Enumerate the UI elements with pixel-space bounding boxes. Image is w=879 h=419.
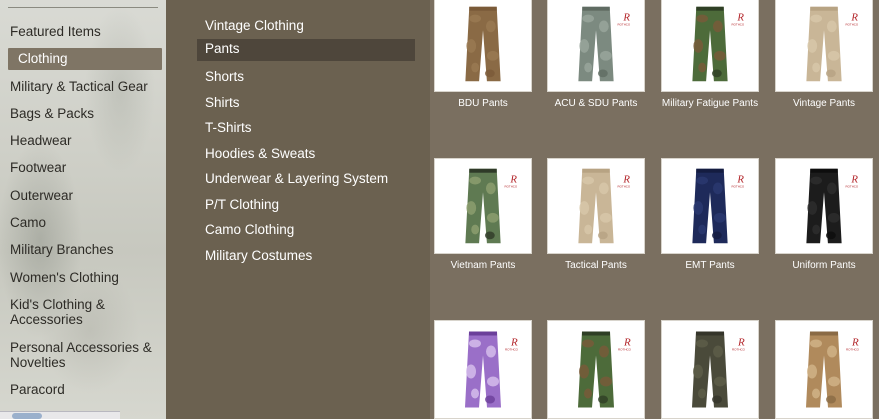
svg-text:ROTHCO: ROTHCO bbox=[846, 348, 860, 352]
svg-text:ROTHCO: ROTHCO bbox=[732, 22, 745, 26]
product-tile[interactable]: R ROTHCO bbox=[547, 158, 645, 254]
sidebar-item-outerwear[interactable]: Outerwear bbox=[10, 188, 162, 203]
rothco-logo-icon: RROTHCO bbox=[618, 12, 631, 27]
product-tile[interactable]: R ROTHCO bbox=[547, 0, 645, 92]
rothco-logo-icon: RROTHCO bbox=[732, 12, 745, 27]
sidebar-item-clothing[interactable]: Clothing bbox=[8, 48, 162, 70]
pants-image: RROTHCO bbox=[692, 331, 746, 408]
pants-image: RROTHCO bbox=[465, 331, 519, 408]
submenu-item-hoodies-sweats[interactable]: Hoodies & Sweats bbox=[205, 146, 315, 162]
pants-image bbox=[465, 6, 501, 82]
submenu-item-shorts[interactable]: Shorts bbox=[205, 69, 244, 85]
product-tile[interactable]: R ROTHCO bbox=[775, 320, 873, 419]
pants-image: RROTHCO bbox=[806, 331, 860, 408]
product-tile[interactable]: R ROTHCO bbox=[661, 320, 759, 419]
svg-text:ROTHCO: ROTHCO bbox=[846, 22, 859, 26]
submenu-item-t-shirts[interactable]: T-Shirts bbox=[205, 120, 252, 136]
product-name[interactable]: BDU Pants bbox=[426, 98, 540, 109]
svg-text:ROTHCO: ROTHCO bbox=[618, 348, 632, 352]
pants-image: RROTHCO bbox=[578, 6, 631, 82]
pants-image: RROTHCO bbox=[578, 168, 631, 244]
sidebar-item-headwear[interactable]: Headwear bbox=[10, 133, 162, 148]
product-name[interactable]: Uniform Pants bbox=[767, 260, 879, 271]
rothco-logo-icon: RROTHCO bbox=[846, 12, 859, 27]
svg-text:ROTHCO: ROTHCO bbox=[618, 22, 631, 26]
product-name[interactable]: ACU & SDU Pants bbox=[539, 98, 653, 109]
product-name[interactable]: Vietnam Pants bbox=[426, 260, 540, 271]
submenu-item-shirts[interactable]: Shirts bbox=[205, 95, 240, 111]
sidebar-divider bbox=[8, 7, 158, 8]
sidebar-item-footwear[interactable]: Footwear bbox=[10, 160, 162, 175]
pants-image: RROTHCO bbox=[578, 331, 632, 408]
sidebar-item-military-branches[interactable]: Military Branches bbox=[10, 242, 162, 257]
svg-text:ROTHCO: ROTHCO bbox=[505, 348, 519, 352]
pants-image: RROTHCO bbox=[692, 168, 745, 244]
product-tile[interactable]: R ROTHCO bbox=[775, 0, 873, 92]
product-name[interactable]: Tactical Pants bbox=[539, 260, 653, 271]
submenu-item-camo-clothing[interactable]: Camo Clothing bbox=[205, 222, 294, 238]
rothco-logo-icon: RROTHCO bbox=[732, 337, 746, 352]
sidebar-item-womens-clothing[interactable]: Women's Clothing bbox=[10, 270, 162, 285]
sidebar-item-bags-packs[interactable]: Bags & Packs bbox=[10, 106, 162, 121]
rothco-logo-icon: RROTHCO bbox=[732, 174, 745, 189]
product-name[interactable]: EMT Pants bbox=[653, 260, 767, 271]
rothco-logo-icon: RROTHCO bbox=[505, 174, 518, 189]
sidebar-item-camo[interactable]: Camo bbox=[10, 215, 162, 230]
product-tile[interactable]: R ROTHCO bbox=[775, 158, 873, 254]
sidebar-item-kids-clothing[interactable]: Kid's Clothing & Accessories bbox=[10, 297, 162, 327]
product-tile[interactable]: R ROTHCO bbox=[661, 0, 759, 92]
pants-image: RROTHCO bbox=[806, 168, 859, 244]
rothco-logo-icon: RROTHCO bbox=[618, 337, 632, 352]
svg-text:ROTHCO: ROTHCO bbox=[732, 348, 746, 352]
submenu-item-pants[interactable]: Pants bbox=[197, 39, 415, 61]
sidebar-item-paracord[interactable]: Paracord bbox=[10, 382, 162, 397]
product-name[interactable]: Military Fatigue Pants bbox=[653, 98, 767, 109]
product-tile[interactable]: R ROTHCO bbox=[547, 320, 645, 419]
submenu-item-pt-clothing[interactable]: P/T Clothing bbox=[205, 197, 279, 213]
sidebar-bottom-bar[interactable] bbox=[0, 411, 120, 419]
category-sidebar: Featured Items Clothing Military & Tacti… bbox=[0, 0, 166, 419]
svg-text:ROTHCO: ROTHCO bbox=[846, 184, 859, 188]
pants-image: RROTHCO bbox=[806, 6, 859, 82]
sidebar-item-featured-items[interactable]: Featured Items bbox=[10, 24, 162, 39]
svg-text:ROTHCO: ROTHCO bbox=[732, 184, 745, 188]
rothco-logo-icon: RROTHCO bbox=[846, 174, 859, 189]
product-grid: BDU Pants R ROTHCO ACU & SDU Pants R ROTHCO Mi… bbox=[430, 0, 879, 419]
product-tile[interactable]: R ROTHCO bbox=[434, 320, 532, 419]
rothco-logo-icon: RROTHCO bbox=[505, 337, 519, 352]
pants-image: RROTHCO bbox=[692, 6, 745, 82]
sidebar-item-military-tactical-gear[interactable]: Military & Tactical Gear bbox=[10, 79, 162, 94]
submenu-item-military-costumes[interactable]: Military Costumes bbox=[205, 248, 312, 264]
svg-text:ROTHCO: ROTHCO bbox=[618, 184, 631, 188]
clothing-submenu: Vintage Clothing Pants Shorts Shirts T-S… bbox=[166, 0, 430, 419]
submenu-item-underwear-layering[interactable]: Underwear & Layering System bbox=[205, 171, 388, 187]
pants-image: RROTHCO bbox=[465, 168, 518, 244]
bottom-bar-pill bbox=[12, 413, 42, 419]
rothco-logo-icon: RROTHCO bbox=[618, 174, 631, 189]
svg-text:ROTHCO: ROTHCO bbox=[505, 184, 518, 188]
product-name[interactable]: Vintage Pants bbox=[767, 98, 879, 109]
product-tile[interactable]: R ROTHCO bbox=[434, 158, 532, 254]
product-tile[interactable]: R ROTHCO bbox=[661, 158, 759, 254]
sidebar-item-personal-accessories[interactable]: Personal Accessories & Novelties bbox=[10, 340, 162, 370]
submenu-item-vintage-clothing[interactable]: Vintage Clothing bbox=[205, 18, 304, 34]
rothco-logo-icon: RROTHCO bbox=[846, 337, 860, 352]
product-tile[interactable] bbox=[434, 0, 532, 92]
